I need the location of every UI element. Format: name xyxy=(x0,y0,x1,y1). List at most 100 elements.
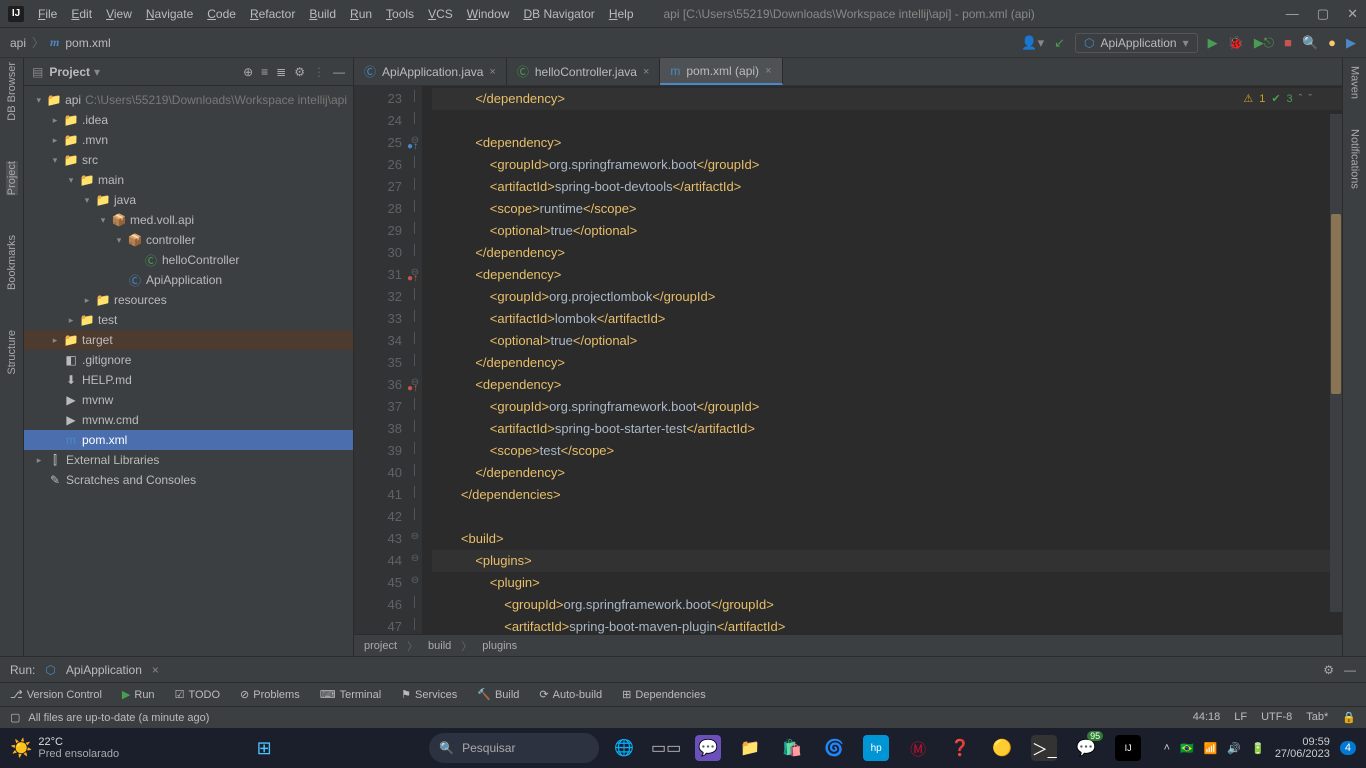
menu-code[interactable]: Code xyxy=(207,7,236,21)
maximize-icon[interactable]: ▢ xyxy=(1317,6,1329,22)
debug-icon[interactable]: 🐞 xyxy=(1228,35,1244,51)
menu-file[interactable]: File xyxy=(38,7,57,21)
tree-main[interactable]: ▾📁main xyxy=(24,170,353,190)
tree-arrow[interactable]: ▸ xyxy=(64,315,78,326)
breadcrumb-build[interactable]: build xyxy=(428,640,451,652)
tree-med-voll-api[interactable]: ▾📦med.voll.api xyxy=(24,210,353,230)
stop-icon[interactable]: ■ xyxy=(1284,35,1292,50)
tree-hellocontroller[interactable]: ⒸhelloController xyxy=(24,250,353,270)
tree-arrow[interactable]: ▸ xyxy=(48,135,62,146)
select-opened-icon[interactable]: ⊕ xyxy=(243,65,253,79)
editor-scrollbar[interactable] xyxy=(1330,114,1342,612)
tree-mvnw[interactable]: ▶mvnw xyxy=(24,390,353,410)
wifi-icon[interactable]: 📶 xyxy=(1204,742,1218,755)
menu-edit[interactable]: Edit xyxy=(71,7,92,21)
tree-arrow[interactable]: ▸ xyxy=(32,455,46,466)
tab-pom-xml-api-[interactable]: mpom.xml (api)× xyxy=(660,58,782,85)
project-tree[interactable]: ▾📁apiC:\Users\55219\Downloads\Workspace … xyxy=(24,86,353,656)
hide-icon[interactable]: — xyxy=(333,65,345,79)
toolwin-terminal[interactable]: ⌨Terminal xyxy=(320,688,381,701)
readonly-lock-icon[interactable]: 🔒 xyxy=(1342,711,1356,724)
start-icon[interactable]: ⊞ xyxy=(251,735,277,761)
close-run-tab-icon[interactable]: × xyxy=(152,663,159,677)
menu-tools[interactable]: Tools xyxy=(386,7,414,21)
minimize-icon[interactable]: — xyxy=(1286,6,1299,22)
tree-help-md[interactable]: ⬇HELP.md xyxy=(24,370,353,390)
explorer-icon[interactable]: 📁 xyxy=(737,735,763,761)
tree-arrow[interactable]: ▸ xyxy=(80,295,94,306)
notification-badge[interactable]: 4 xyxy=(1340,741,1356,755)
settings-icon[interactable]: ⚙ xyxy=(294,65,305,79)
toolwin-dependencies[interactable]: ⊞Dependencies xyxy=(622,688,706,701)
left-rail-structure[interactable]: Structure xyxy=(6,330,18,375)
inspection-indicators[interactable]: ⚠1 ✔3 ˆ ˇ xyxy=(1243,92,1312,105)
tree-arrow[interactable]: ▾ xyxy=(80,195,94,206)
breadcrumb-plugins[interactable]: plugins xyxy=(482,640,517,652)
mcafee-icon[interactable]: Ⓜ xyxy=(905,735,931,761)
tree-arrow[interactable]: ▾ xyxy=(32,95,46,106)
line-separator[interactable]: LF xyxy=(1234,711,1247,724)
run-config-selector[interactable]: ⬡ApiApplication▾ xyxy=(1075,33,1198,53)
code-content[interactable]: </dependency> <dependency> <groupId>org.… xyxy=(422,86,1342,634)
task-view-icon[interactable]: ▭▭ xyxy=(653,735,679,761)
toolwin-version-control[interactable]: ⎇Version Control xyxy=(10,688,102,701)
close-tab-icon[interactable]: × xyxy=(765,65,771,77)
menu-navigate[interactable]: Navigate xyxy=(146,7,193,21)
nav-project[interactable]: api xyxy=(10,36,26,50)
user-icon[interactable]: 👤▾ xyxy=(1021,35,1044,51)
chrome-icon[interactable]: 🟡 xyxy=(989,735,1015,761)
tree-mvnw-cmd[interactable]: ▶mvnw.cmd xyxy=(24,410,353,430)
tab-apiapplication-java[interactable]: ⒸApiApplication.java× xyxy=(354,58,507,85)
menu-run[interactable]: Run xyxy=(350,7,372,21)
intellij-icon[interactable]: IJ xyxy=(1115,735,1141,761)
tree-apiapplication[interactable]: ⒸApiApplication xyxy=(24,270,353,290)
caret-position[interactable]: 44:18 xyxy=(1193,711,1221,724)
tree-arrow[interactable]: ▸ xyxy=(48,335,62,346)
nav-file[interactable]: pom.xml xyxy=(65,36,110,50)
toolwin-build[interactable]: 🔨Build xyxy=(477,688,519,701)
vcs-update-icon[interactable]: ↙ xyxy=(1054,35,1065,51)
tree-scratches-and-consoles[interactable]: ✎Scratches and Consoles xyxy=(24,470,353,490)
run-icon[interactable]: ▶ xyxy=(1208,35,1218,51)
tree-api[interactable]: ▾📁apiC:\Users\55219\Downloads\Workspace … xyxy=(24,90,353,110)
toolwin-services[interactable]: ⚑Services xyxy=(401,688,457,701)
toolwin-auto-build[interactable]: ⟳Auto-build xyxy=(539,688,602,701)
ok-icon[interactable]: ✔ xyxy=(1271,92,1280,105)
gear-icon[interactable]: ⚙ xyxy=(1323,663,1334,677)
line-gutter[interactable]: 232425●↑262728293031●↑3233343536●↑373839… xyxy=(354,86,408,634)
ide-updates-icon[interactable]: ● xyxy=(1328,35,1336,50)
chat-icon[interactable]: 💬 xyxy=(695,735,721,761)
hide-run-icon[interactable]: — xyxy=(1344,663,1356,677)
warning-icon[interactable]: ⚠ xyxy=(1243,92,1253,105)
language-indicator[interactable]: 🇧🇷 xyxy=(1180,742,1194,755)
indent-info[interactable]: Tab* xyxy=(1306,711,1328,724)
close-tab-icon[interactable]: × xyxy=(643,66,649,78)
search-icon[interactable]: 🔍 xyxy=(1302,35,1318,51)
editor-breadcrumb[interactable]: project〉build〉plugins xyxy=(354,634,1342,656)
tree-arrow[interactable]: ▾ xyxy=(96,215,110,226)
terminal-icon[interactable]: ＞_ xyxy=(1031,735,1057,761)
right-rail-notifications[interactable]: Notifications xyxy=(1349,129,1361,189)
menu-vcs[interactable]: VCS xyxy=(428,7,453,21)
expand-all-icon[interactable]: ≡ xyxy=(261,65,268,79)
menu-db-navigator[interactable]: DB Navigator xyxy=(523,7,594,21)
right-rail-maven[interactable]: Maven xyxy=(1349,66,1361,99)
left-rail-project[interactable]: Project xyxy=(6,161,18,195)
tab-hellocontroller-java[interactable]: ⒸhelloController.java× xyxy=(507,58,661,85)
weather-widget[interactable]: ☀️ 22°CPred ensolarado xyxy=(10,736,119,760)
tree-pom-xml[interactable]: mpom.xml xyxy=(24,430,353,450)
file-encoding[interactable]: UTF-8 xyxy=(1261,711,1292,724)
tree--idea[interactable]: ▸📁.idea xyxy=(24,110,353,130)
left-rail-bookmarks[interactable]: Bookmarks xyxy=(6,235,18,290)
chevron-up-icon[interactable]: ˆ xyxy=(1299,93,1303,105)
breadcrumb-project[interactable]: project xyxy=(364,640,397,652)
collapse-all-icon[interactable]: ≣ xyxy=(276,65,286,79)
tree-arrow[interactable]: ▾ xyxy=(112,235,126,246)
menu-refactor[interactable]: Refactor xyxy=(250,7,295,21)
tree-arrow[interactable]: ▾ xyxy=(64,175,78,186)
toolwin-run[interactable]: ▶Run xyxy=(122,688,155,701)
toolwin-problems[interactable]: ⊘Problems xyxy=(240,688,300,701)
close-tab-icon[interactable]: × xyxy=(489,66,495,78)
chevron-up-icon[interactable]: ˄ xyxy=(1164,742,1170,754)
toolwin-todo[interactable]: ☑TODO xyxy=(175,688,220,701)
